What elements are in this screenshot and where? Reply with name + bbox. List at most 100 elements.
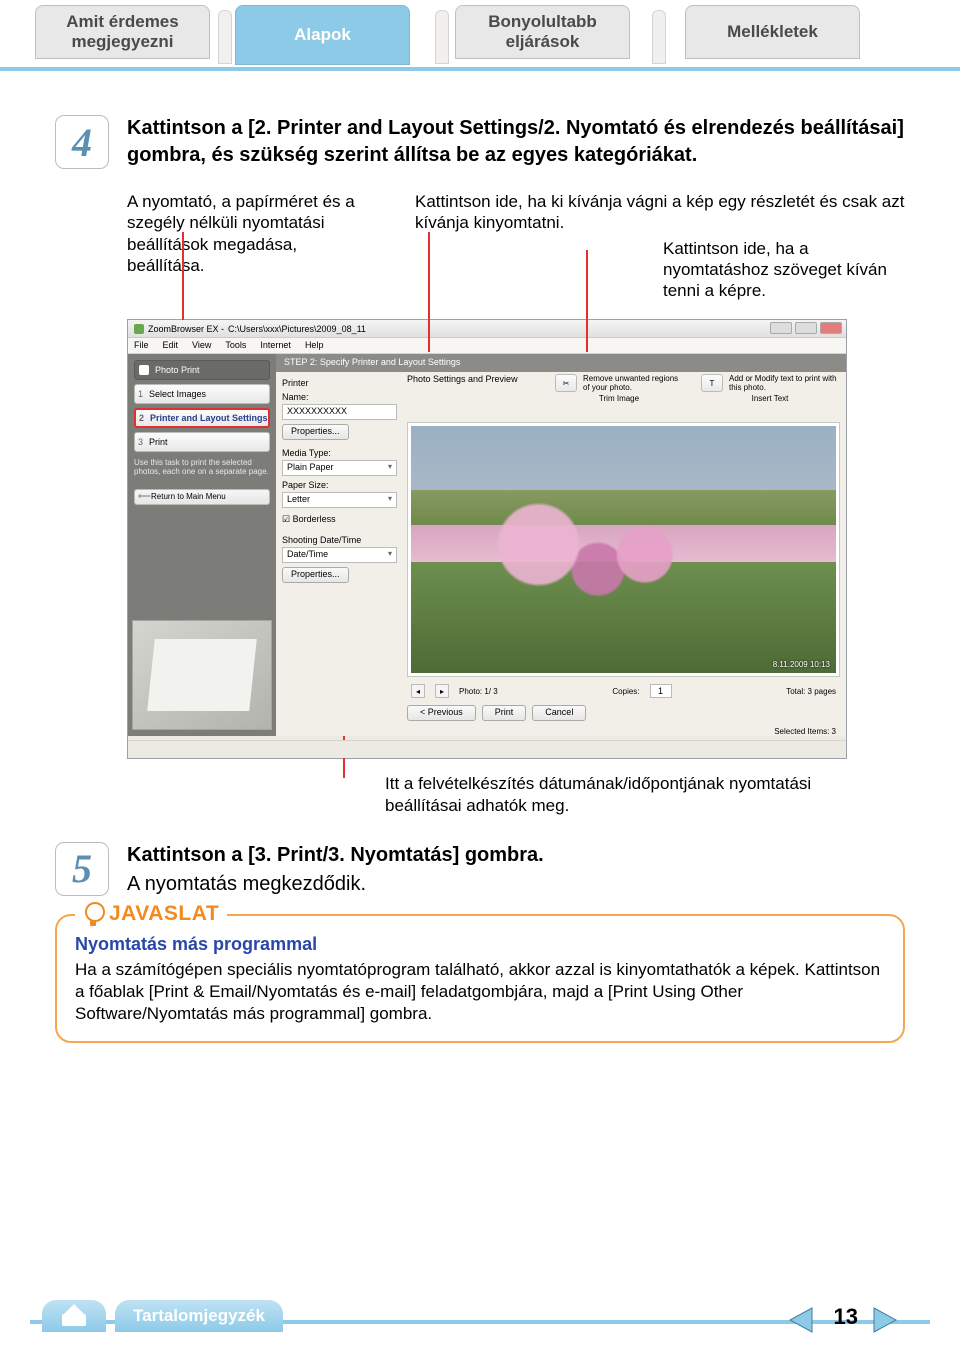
prev-photo-button[interactable]: ◂ — [411, 684, 425, 698]
window-title-path: C:\Users\xxx\Pictures\2009_08_11 — [228, 324, 366, 334]
borderless-checkbox[interactable]: Borderless — [282, 514, 397, 525]
sidebar-step-3[interactable]: Print — [134, 432, 270, 452]
sidebar-note: Use this task to print the selected phot… — [134, 458, 270, 476]
step-5: 5 Kattintson a [3. Print/3. Nyomtatás] g… — [55, 842, 905, 896]
insert-text-desc: Add or Modify text to print with this ph… — [729, 374, 839, 392]
sidebar-step-2-label: Printer and Layout Settings — [150, 413, 268, 423]
previous-button[interactable]: < Previous — [407, 705, 476, 721]
name-label: Name: — [282, 392, 397, 402]
selected-items-count: Selected Items: 3 — [774, 727, 836, 736]
sidebar-step-1[interactable]: Select Images — [134, 384, 270, 404]
callout-trim: Kattintson ide, ha ki kívánja vágni a ké… — [415, 191, 905, 234]
settings-column: Printer Name: XXXXXXXXXX Properties... M… — [282, 374, 397, 736]
status-bar — [128, 740, 846, 758]
datetime-properties-button[interactable]: Properties... — [282, 567, 349, 583]
callout-insert-text: Kattintson ide, ha a nyomtatáshoz szöveg… — [663, 238, 905, 302]
page-footer: Tartalomjegyzék 13 — [30, 1290, 930, 1334]
paper-size-select[interactable]: Letter — [282, 492, 397, 508]
next-photo-button[interactable]: ▸ — [435, 684, 449, 698]
copies-label: Copies: — [612, 687, 639, 696]
tab-appendices[interactable]: Mellékletek — [685, 5, 860, 59]
print-button[interactable]: Print — [482, 705, 527, 721]
paper-size-label: Paper Size: — [282, 480, 397, 490]
step-number: 4 — [55, 115, 109, 169]
window-titlebar: ZoomBrowser EX - C:\Users\xxx\Pictures\2… — [128, 320, 846, 338]
crop-icon: ✂ — [555, 374, 577, 392]
tab-basics[interactable]: Alapok — [235, 5, 410, 65]
step-header: STEP 2: Specify Printer and Layout Setti… — [276, 354, 846, 372]
sidebar-header-label: Photo Print — [155, 365, 200, 375]
callout-printer-settings: A nyomtató, a papírméret és a szegély né… — [127, 191, 377, 276]
insert-text-tool[interactable]: T Add or Modify text to print with this … — [701, 374, 839, 403]
page-content: 4 Kattintson a [2. Printer and Layout Se… — [55, 100, 905, 1043]
trim-label: Trim Image — [599, 394, 639, 403]
callout-line — [428, 232, 430, 352]
trim-image-tool[interactable]: ✂ Remove unwanted regions of your photo.… — [555, 374, 683, 403]
close-button[interactable] — [820, 322, 842, 334]
step-4-title: Kattintson a [2. Printer and Layout Sett… — [127, 117, 904, 166]
tip-heading-label: JAVASLAT — [109, 902, 219, 926]
tab-worth-remembering[interactable]: Amit érdemes megjegyezni — [35, 5, 210, 59]
home-button[interactable] — [42, 1300, 106, 1332]
sidebar-illustration — [132, 620, 272, 730]
preview-header-label: Photo Settings and Preview — [407, 374, 537, 384]
tab-advanced[interactable]: Bonyolultabb eljárások — [455, 5, 630, 59]
menu-file[interactable]: File — [134, 340, 149, 351]
tip-body: Ha a számítógépen speciális nyomtatóprog… — [75, 959, 885, 1025]
app-icon — [134, 324, 144, 334]
zoombrowser-window: ZoomBrowser EX - C:\Users\xxx\Pictures\2… — [127, 319, 847, 759]
wizard-buttons: < Previous Print Cancel — [407, 704, 840, 722]
return-main-menu-button[interactable]: Return to Main Menu — [134, 489, 270, 505]
cancel-button[interactable]: Cancel — [532, 705, 586, 721]
trim-desc: Remove unwanted regions of your photo. — [583, 374, 683, 392]
datetime-select[interactable]: Date/Time — [282, 547, 397, 563]
printer-name-field[interactable]: XXXXXXXXXX — [282, 404, 397, 420]
wizard-main: STEP 2: Specify Printer and Layout Setti… — [276, 354, 846, 736]
copies-input[interactable]: 1 — [650, 684, 672, 698]
shooting-date-label: Shooting Date/Time — [282, 535, 397, 545]
media-type-select[interactable]: Plain Paper — [282, 460, 397, 476]
photo-preview-image: 8.11.2009 10:13 — [411, 426, 836, 673]
sidebar-step-2[interactable]: Printer and Layout Settings — [134, 408, 270, 428]
text-icon: T — [701, 374, 723, 392]
tab-underline — [0, 67, 960, 71]
tab-divider — [652, 10, 666, 64]
toc-button[interactable]: Tartalomjegyzék — [115, 1300, 283, 1332]
menu-tools[interactable]: Tools — [225, 340, 246, 351]
sidebar-step-3-label: Print — [149, 437, 168, 447]
callouts: A nyomtató, a papírméret és a szegély né… — [127, 191, 905, 301]
callout-line — [586, 250, 588, 352]
print-icon — [139, 365, 149, 375]
tip-heading: JAVASLAT — [75, 902, 227, 926]
photo-timestamp: 8.11.2009 10:13 — [773, 660, 830, 669]
properties-button[interactable]: Properties... — [282, 424, 349, 440]
menu-internet[interactable]: Internet — [260, 340, 291, 351]
maximize-button[interactable] — [795, 322, 817, 334]
top-tabs: Amit érdemes megjegyezni Alapok Bonyolul… — [35, 5, 955, 67]
screenshot-caption: Itt a felvételkészítés dátumának/időpont… — [385, 773, 825, 816]
window-title-app: ZoomBrowser EX - — [148, 324, 224, 334]
arrow-left-icon — [786, 1306, 816, 1334]
menu-help[interactable]: Help — [305, 340, 324, 351]
step-4: 4 Kattintson a [2. Printer and Layout Se… — [55, 115, 905, 816]
sidebar-step-1-label: Select Images — [149, 389, 206, 399]
minimize-button[interactable] — [770, 322, 792, 334]
step-5-title: Kattintson a [3. Print/3. Nyomtatás] gom… — [127, 844, 544, 866]
page-number: 13 — [834, 1304, 858, 1330]
prev-page-button[interactable] — [784, 1306, 818, 1334]
window-controls — [770, 322, 842, 334]
menu-view[interactable]: View — [192, 340, 211, 351]
next-page-button[interactable] — [868, 1306, 902, 1334]
tip-box: JAVASLAT Nyomtatás más programmal Ha a s… — [55, 914, 905, 1043]
preview-column: Photo Settings and Preview ✂ Remove unwa… — [407, 374, 840, 736]
insert-text-label: Insert Text — [752, 394, 789, 403]
lightbulb-icon — [83, 902, 103, 926]
tab-divider — [218, 10, 232, 64]
total-pages: Total: 3 pages — [786, 687, 836, 696]
wizard-sidebar: Photo Print Select Images Printer and La… — [128, 354, 276, 736]
menu-edit[interactable]: Edit — [163, 340, 179, 351]
callout-line — [182, 232, 184, 320]
photo-preview: 8.11.2009 10:13 — [407, 422, 840, 677]
printer-section-label: Printer — [282, 378, 397, 388]
sidebar-header: Photo Print — [134, 360, 270, 380]
